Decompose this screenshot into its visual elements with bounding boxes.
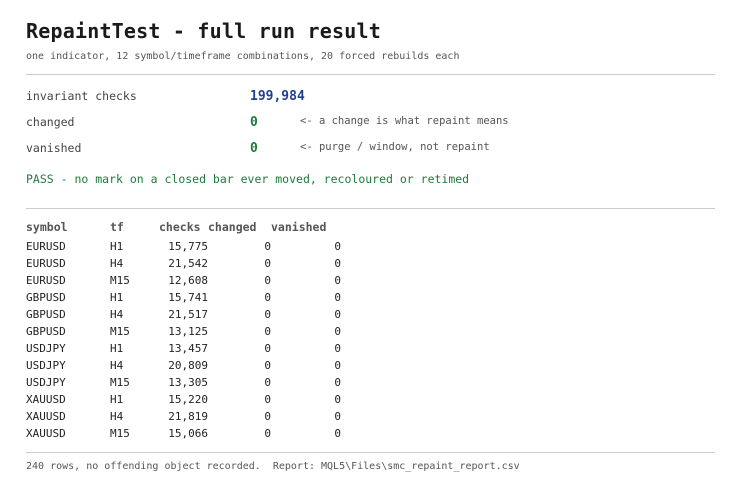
page-subtitle: one indicator, 12 symbol/timeframe combi… bbox=[26, 51, 460, 62]
stat-value-vanished: 0 bbox=[250, 141, 258, 156]
column-header-vanished: vanished bbox=[271, 219, 327, 234]
cell-symbol: GBPUSD bbox=[26, 308, 66, 321]
cell-tf: M15 bbox=[110, 325, 130, 338]
cell-changed: 0 bbox=[264, 393, 271, 406]
cell-tf: H4 bbox=[110, 257, 124, 270]
cell-symbol: XAUUSD bbox=[26, 393, 66, 406]
cell-vanished: 0 bbox=[334, 240, 341, 253]
cell-checks: 15,066 bbox=[168, 427, 208, 440]
column-header-checks: checks bbox=[159, 219, 201, 234]
cell-vanished: 0 bbox=[334, 410, 341, 423]
table-row: USDJPY H1 13,457 0 0 bbox=[26, 340, 341, 357]
cell-tf: M15 bbox=[110, 274, 130, 287]
cell-vanished: 0 bbox=[334, 325, 341, 338]
cell-tf: H1 bbox=[110, 393, 124, 406]
verdict-message: PASS - no mark on a closed bar ever move… bbox=[26, 172, 470, 186]
divider-bottom bbox=[26, 452, 715, 453]
stat-label-changed: changed bbox=[26, 115, 75, 129]
cell-changed: 0 bbox=[264, 291, 271, 304]
stat-value-changed: 0 bbox=[250, 115, 258, 130]
results-table-body: EURUSD H1 15,775 0 0 EURUSD H4 21,542 0 0 EURUSD M1… bbox=[26, 238, 341, 442]
cell-checks: 20,809 bbox=[168, 359, 208, 372]
cell-vanished: 0 bbox=[334, 393, 341, 406]
cell-changed: 0 bbox=[264, 376, 271, 389]
cell-checks: 21,517 bbox=[168, 308, 208, 321]
cell-vanished: 0 bbox=[334, 376, 341, 389]
cell-symbol: EURUSD bbox=[26, 257, 66, 270]
cell-symbol: XAUUSD bbox=[26, 427, 66, 440]
cell-checks: 21,819 bbox=[168, 410, 208, 423]
column-header-symbol: symbol bbox=[26, 219, 68, 234]
table-row: XAUUSD H1 15,220 0 0 bbox=[26, 391, 341, 408]
cell-symbol: USDJPY bbox=[26, 376, 66, 389]
cell-symbol: EURUSD bbox=[26, 240, 66, 253]
cell-vanished: 0 bbox=[334, 342, 341, 355]
table-row: USDJPY H4 20,809 0 0 bbox=[26, 357, 341, 374]
cell-changed: 0 bbox=[264, 325, 271, 338]
page-title: RepaintTest - full run result bbox=[26, 19, 381, 43]
table-row: GBPUSD M15 13,125 0 0 bbox=[26, 323, 341, 340]
table-row: GBPUSD H4 21,517 0 0 bbox=[26, 306, 341, 323]
stat-value-invariant-checks: 199,984 bbox=[250, 89, 305, 104]
cell-tf: H4 bbox=[110, 359, 124, 372]
table-row: EURUSD H1 15,775 0 0 bbox=[26, 238, 341, 255]
stat-note-changed: <- a change is what repaint means bbox=[300, 115, 509, 127]
cell-vanished: 0 bbox=[334, 257, 341, 270]
cell-checks: 21,542 bbox=[168, 257, 208, 270]
cell-symbol: USDJPY bbox=[26, 342, 66, 355]
cell-symbol: GBPUSD bbox=[26, 325, 66, 338]
table-row: EURUSD M15 12,608 0 0 bbox=[26, 272, 341, 289]
cell-symbol: GBPUSD bbox=[26, 291, 66, 304]
cell-checks: 13,305 bbox=[168, 376, 208, 389]
cell-changed: 0 bbox=[264, 308, 271, 321]
cell-symbol: EURUSD bbox=[26, 274, 66, 287]
cell-tf: H1 bbox=[110, 240, 124, 253]
column-header-tf: tf bbox=[110, 219, 124, 234]
table-row: GBPUSD H1 15,741 0 0 bbox=[26, 289, 341, 306]
cell-vanished: 0 bbox=[334, 427, 341, 440]
column-header-changed: changed bbox=[208, 219, 257, 234]
cell-tf: H1 bbox=[110, 342, 124, 355]
cell-checks: 15,741 bbox=[168, 291, 208, 304]
cell-tf: H4 bbox=[110, 308, 124, 321]
cell-symbol: XAUUSD bbox=[26, 410, 66, 423]
cell-vanished: 0 bbox=[334, 308, 341, 321]
table-header-row: symbol tf checks changed vanished bbox=[26, 218, 341, 238]
stat-label-vanished: vanished bbox=[26, 141, 82, 155]
results-table: symbol tf checks changed vanished EURUSD… bbox=[26, 218, 341, 442]
table-row: USDJPY M15 13,305 0 0 bbox=[26, 374, 341, 391]
cell-changed: 0 bbox=[264, 427, 271, 440]
stat-note-vanished: <- purge / window, not repaint bbox=[300, 141, 490, 153]
cell-changed: 0 bbox=[264, 274, 271, 287]
cell-vanished: 0 bbox=[334, 291, 341, 304]
cell-checks: 15,220 bbox=[168, 393, 208, 406]
cell-changed: 0 bbox=[264, 410, 271, 423]
table-row: XAUUSD M15 15,066 0 0 bbox=[26, 425, 341, 442]
cell-changed: 0 bbox=[264, 359, 271, 372]
table-row: XAUUSD H4 21,819 0 0 bbox=[26, 408, 341, 425]
cell-tf: H1 bbox=[110, 291, 124, 304]
stat-label-invariant-checks: invariant checks bbox=[26, 89, 137, 103]
cell-changed: 0 bbox=[264, 257, 271, 270]
cell-symbol: USDJPY bbox=[26, 359, 66, 372]
table-row: EURUSD H4 21,542 0 0 bbox=[26, 255, 341, 272]
cell-vanished: 0 bbox=[334, 274, 341, 287]
divider-middle bbox=[26, 208, 715, 209]
cell-checks: 12,608 bbox=[168, 274, 208, 287]
cell-changed: 0 bbox=[264, 342, 271, 355]
divider-top bbox=[26, 74, 715, 75]
footer-summary: 240 rows, no offending object recorded. … bbox=[26, 461, 520, 472]
cell-tf: M15 bbox=[110, 427, 130, 440]
cell-tf: H4 bbox=[110, 410, 124, 423]
cell-checks: 15,775 bbox=[168, 240, 208, 253]
cell-checks: 13,457 bbox=[168, 342, 208, 355]
cell-changed: 0 bbox=[264, 240, 271, 253]
cell-checks: 13,125 bbox=[168, 325, 208, 338]
cell-vanished: 0 bbox=[334, 359, 341, 372]
cell-tf: M15 bbox=[110, 376, 130, 389]
